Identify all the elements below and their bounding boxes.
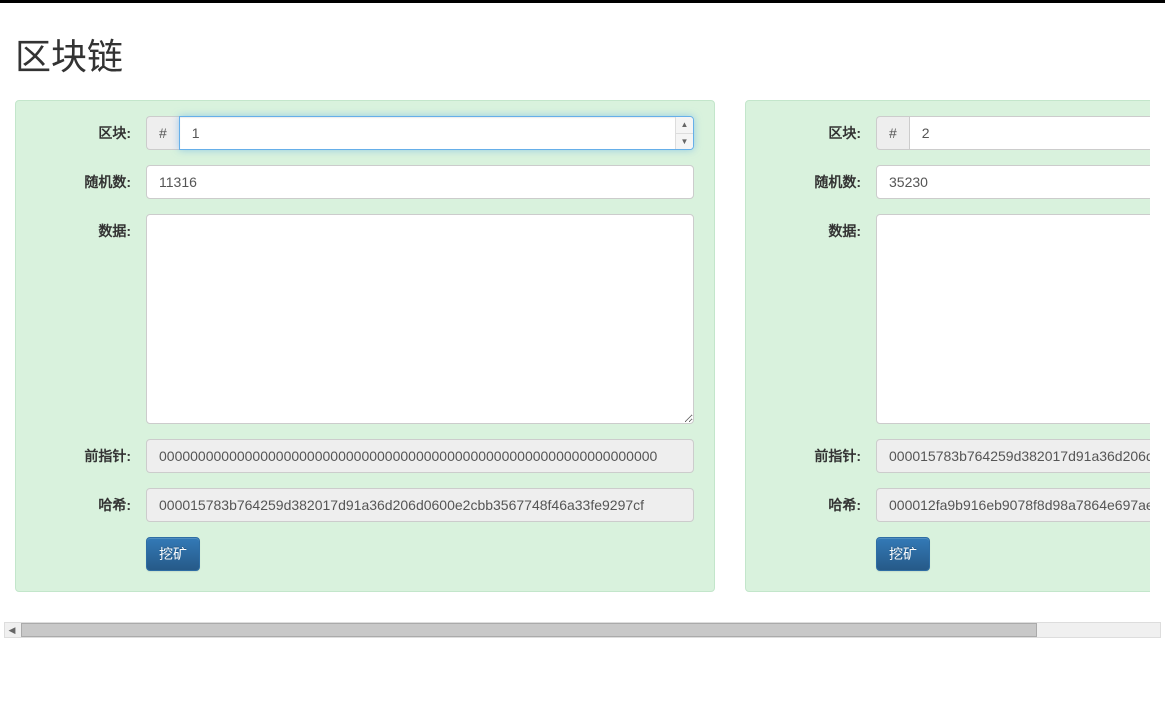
block-number-input[interactable] [909,116,1150,150]
block-card: 区块: # ▲ ▼ [15,100,715,592]
prev-hash-input [146,439,694,473]
label-data: 数据: [36,214,146,241]
hash-prefix: # [876,116,909,150]
data-textarea[interactable] [876,214,1150,424]
label-nonce: 随机数: [766,165,876,192]
hash-input [146,488,694,522]
blocks-scroll-container[interactable]: 区块: # ▲ ▼ [15,100,1150,607]
hash-prefix: # [146,116,179,150]
number-spinner[interactable]: ▲ ▼ [675,117,693,149]
prev-hash-input [876,439,1150,473]
nonce-input[interactable] [146,165,694,199]
data-textarea[interactable] [146,214,694,424]
label-hash: 哈希: [766,488,876,515]
blocks-row: 区块: # ▲ ▼ [15,100,1150,592]
page-title: 区块链 [15,28,1150,80]
chevron-down-icon[interactable]: ▼ [676,134,693,150]
label-hash: 哈希: [36,488,146,515]
label-data: 数据: [766,214,876,241]
hash-input [876,488,1150,522]
scroll-left-arrow-icon[interactable]: ◀ [4,623,20,637]
block-number-input[interactable] [179,116,694,150]
mine-button[interactable]: 挖矿 [146,537,200,571]
label-nonce: 随机数: [36,165,146,192]
label-block: 区块: [36,116,146,143]
nonce-input[interactable] [876,165,1150,199]
label-block: 区块: [766,116,876,143]
block-card: 区块: # 随机数: [745,100,1150,592]
chevron-up-icon[interactable]: ▲ [676,117,693,134]
mine-button[interactable]: 挖矿 [876,537,930,571]
label-prev: 前指针: [766,439,876,466]
horizontal-scrollbar[interactable]: ◀ [4,622,1161,638]
label-prev: 前指针: [36,439,146,466]
scrollbar-thumb[interactable] [21,623,1037,637]
